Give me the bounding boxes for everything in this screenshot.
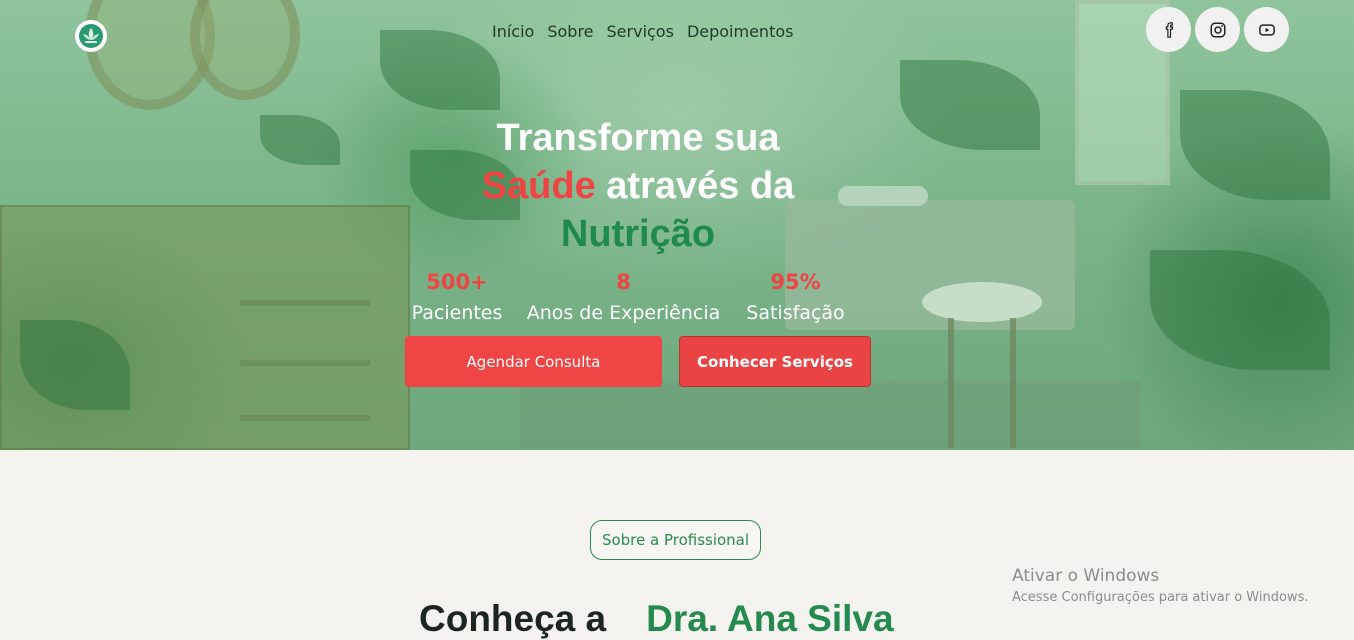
plant-leaf: [1180, 90, 1330, 200]
cabinet-shelf: [240, 415, 370, 421]
stat-value: 8: [616, 270, 631, 294]
nav-item-depoimentos[interactable]: Depoimentos: [687, 22, 794, 41]
nav-item-servicos[interactable]: Serviços: [607, 22, 674, 41]
headline-highlight-nutricao: Nutrição: [560, 213, 716, 255]
wall-decoration-disc: [190, 0, 300, 100]
plant-leaf: [260, 115, 340, 165]
stool-leg: [948, 318, 954, 448]
stat-experience: 8 Anos de Experiência: [520, 266, 727, 328]
main-nav: Início Sobre Serviços Depoimentos: [492, 22, 793, 41]
stool-leg: [1010, 318, 1016, 448]
facebook-icon: [1165, 21, 1173, 38]
headline-highlight-saude: Saúde: [481, 165, 596, 207]
youtube-button[interactable]: [1244, 7, 1289, 52]
stat-patients: 500+ Pacientes: [405, 266, 509, 328]
watermark-subtitle: Acesse Configurações para ativar o Windo…: [1012, 590, 1309, 605]
hero-stats: 500+ Pacientes 8 Anos de Experiência 95%…: [0, 266, 1354, 336]
logo[interactable]: [75, 20, 107, 52]
instagram-button[interactable]: [1195, 7, 1240, 52]
social-links: [1146, 7, 1289, 52]
stat-label: Anos de Experiência: [526, 302, 721, 324]
explore-services-button[interactable]: Conhecer Serviços: [679, 336, 871, 387]
hero-headline: Transforme sua Saúde através da Nutrição: [428, 114, 848, 258]
watermark-title: Ativar o Windows: [1012, 566, 1160, 586]
about-badge: Sobre a Profissional: [590, 520, 761, 560]
instagram-icon: [1210, 22, 1225, 37]
headline-line2: através da: [595, 165, 795, 207]
about-title-prefix: Conheça a: [419, 598, 607, 639]
stat-satisfaction: 95% Satisfação: [740, 266, 851, 328]
hero-section: Início Sobre Serviços Depoimentos Transf…: [0, 0, 1354, 450]
stat-value: 95%: [770, 270, 821, 294]
cabinet-shelf: [240, 360, 370, 366]
headline-line1: Transforme sua: [496, 117, 780, 159]
youtube-icon: [1258, 23, 1275, 36]
plant-leaf: [380, 30, 500, 110]
nav-item-sobre[interactable]: Sobre: [547, 22, 593, 41]
schedule-appointment-button[interactable]: Agendar Consulta: [405, 336, 662, 387]
stat-label: Pacientes: [411, 302, 503, 324]
bed-pillow: [838, 186, 928, 206]
stat-value: 500+: [426, 270, 488, 294]
nav-item-inicio[interactable]: Início: [492, 22, 534, 41]
lotus-icon: [79, 24, 103, 48]
facebook-button[interactable]: [1146, 7, 1191, 52]
about-title: Conheça a Dra. Ana Silva: [419, 598, 894, 640]
plant-leaf: [900, 60, 1040, 150]
windows-activation-watermark: Ativar o Windows Acesse Configurações pa…: [1012, 566, 1308, 605]
floor: [520, 380, 1140, 450]
about-title-name: Dra. Ana Silva: [646, 598, 894, 639]
stat-label: Satisfação: [746, 302, 845, 324]
